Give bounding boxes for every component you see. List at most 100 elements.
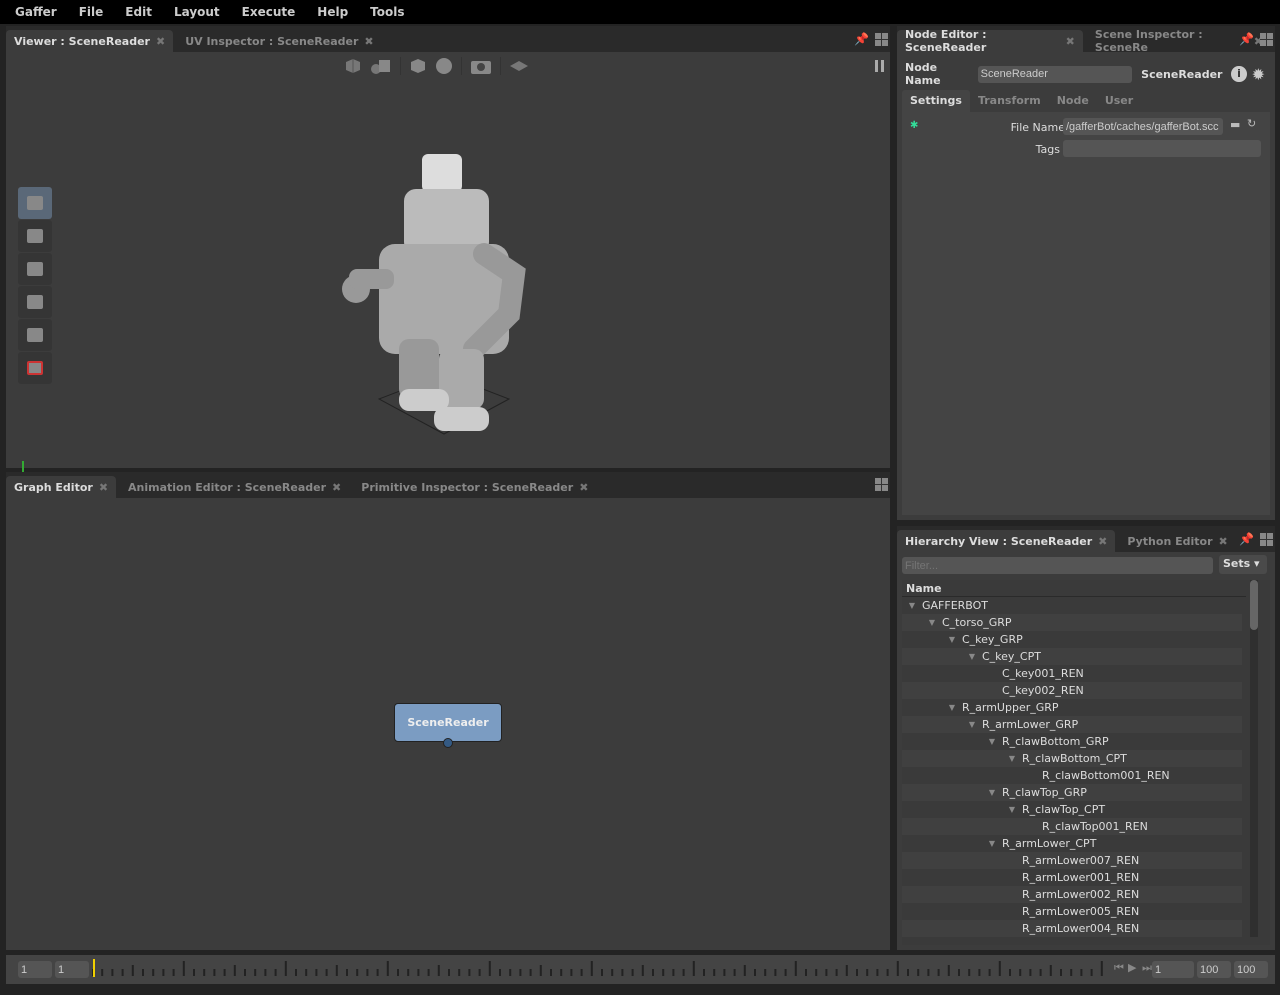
hierarchy-row[interactable]: ▼ R_armUpper_GRP	[902, 699, 1242, 716]
pin-icon[interactable]: 📌	[1239, 32, 1254, 46]
shading-mode-icon[interactable]	[370, 57, 392, 75]
hierarchy-row[interactable]: C_key001_REN	[902, 665, 1242, 682]
scene-reader-node[interactable]: SceneReader	[394, 703, 502, 742]
expand-triangle-icon[interactable]: ▼	[962, 652, 982, 661]
file-name-input[interactable]	[1063, 118, 1223, 135]
name-column-header[interactable]: Name	[902, 580, 1246, 597]
hierarchy-row[interactable]: R_armLower004_REN	[902, 920, 1242, 937]
tab-animation[interactable]: Animation Editor : SceneReader ✖	[120, 476, 349, 498]
section-tab-transform[interactable]: Transform	[970, 90, 1049, 112]
hierarchy-row[interactable]: ▼ R_clawTop_GRP	[902, 784, 1242, 801]
hierarchy-row[interactable]: ▼ R_armLower_CPT	[902, 835, 1242, 852]
expand-triangle-icon[interactable]: ▼	[922, 618, 942, 627]
expand-triangle-icon[interactable]: ▼	[982, 839, 1002, 848]
camera-icon[interactable]	[470, 57, 492, 75]
end-frame-input[interactable]	[1197, 961, 1231, 978]
selection-tool[interactable]	[18, 187, 52, 219]
scale-tool[interactable]	[18, 286, 52, 318]
hierarchy-row[interactable]: ▼ R_clawTop_CPT	[902, 801, 1242, 818]
filter-input[interactable]	[902, 557, 1213, 574]
selection-mask-icon[interactable]	[344, 57, 362, 75]
close-icon[interactable]: ✖	[364, 35, 373, 48]
tab-python[interactable]: Python Editor ✖	[1119, 530, 1235, 552]
current-start-input[interactable]	[55, 961, 89, 978]
menu-tools[interactable]: Tools	[370, 5, 404, 19]
close-icon[interactable]: ✖	[99, 481, 108, 494]
timeline-slider[interactable]	[92, 959, 1112, 979]
hierarchy-row[interactable]: ▼ C_key_GRP	[902, 631, 1242, 648]
hierarchy-row[interactable]: R_clawBottom001_REN	[902, 767, 1242, 784]
translate-tool[interactable]	[18, 220, 52, 252]
crop-window-tool[interactable]	[18, 352, 52, 384]
section-tab-node[interactable]: Node	[1049, 90, 1097, 112]
section-tab-settings[interactable]: Settings	[902, 90, 970, 112]
close-icon[interactable]: ✖	[1066, 35, 1075, 48]
expand-triangle-icon[interactable]: ▼	[902, 601, 922, 610]
skip-end-icon[interactable]: ⏭	[1142, 961, 1152, 975]
expand-triangle-icon[interactable]: ▼	[962, 720, 982, 729]
start-frame-input[interactable]	[18, 961, 52, 978]
tags-input[interactable]	[1063, 140, 1261, 157]
skip-start-icon[interactable]: ⏮	[1114, 961, 1124, 975]
tab-graph[interactable]: Graph Editor ✖	[6, 476, 117, 498]
expand-triangle-icon[interactable]: ▼	[982, 788, 1002, 797]
hierarchy-row[interactable]: ▼ R_clawBottom_GRP	[902, 733, 1242, 750]
hierarchy-row[interactable]: R_clawTop001_REN	[902, 818, 1242, 835]
node-output-plug[interactable]	[443, 738, 453, 748]
hierarchy-row[interactable]: R_armLower001_REN	[902, 869, 1242, 886]
hierarchy-row[interactable]: ▼ R_clawBottom_CPT	[902, 750, 1242, 767]
hierarchy-row[interactable]: ▼ GAFFERBOT	[902, 597, 1242, 614]
menu-layout[interactable]: Layout	[174, 5, 220, 19]
hierarchy-row[interactable]: C_key002_REN	[902, 682, 1242, 699]
layout-grid-icon[interactable]	[1260, 32, 1273, 46]
tab-node[interactable]: Node Editor : SceneReader ✖	[897, 28, 1083, 54]
sphere-icon[interactable]	[435, 57, 453, 75]
frame-input[interactable]	[1152, 961, 1194, 978]
close-icon[interactable]: ✖	[156, 35, 165, 48]
play-icon[interactable]: ▶	[1128, 961, 1136, 974]
viewport[interactable]	[6, 52, 890, 485]
node-name-input[interactable]	[977, 65, 1133, 83]
layout-grid-icon[interactable]	[875, 32, 888, 46]
close-icon[interactable]: ✖	[579, 481, 588, 494]
menu-help[interactable]: Help	[317, 5, 348, 19]
hierarchy-row[interactable]: ▼ C_key_CPT	[902, 648, 1242, 665]
hierarchy-row[interactable]: ▼ C_torso_GRP	[902, 614, 1242, 631]
layout-grid-icon[interactable]	[1260, 532, 1273, 546]
pin-icon[interactable]: 📌	[1239, 532, 1254, 546]
tab-viewer[interactable]: Viewer : SceneReader ✖	[6, 30, 174, 52]
refresh-icon[interactable]: ↻	[1247, 117, 1256, 130]
max-frame-input[interactable]	[1234, 961, 1268, 978]
close-icon[interactable]: ✖	[1219, 535, 1228, 548]
graph-canvas[interactable]: SceneReader	[6, 498, 890, 950]
hierarchy-row[interactable]: R_armLower005_REN	[902, 903, 1242, 920]
menu-edit[interactable]: Edit	[125, 5, 152, 19]
layout-grid-icon[interactable]	[875, 478, 888, 491]
close-icon[interactable]: ✖	[1098, 535, 1107, 548]
pin-icon[interactable]: 📌	[854, 32, 869, 46]
hierarchy-row[interactable]: R_armLower007_REN	[902, 852, 1242, 869]
sets-dropdown[interactable]: Sets ▾	[1219, 555, 1267, 574]
folder-icon[interactable]: ▬	[1230, 118, 1240, 131]
tab-uv[interactable]: UV Inspector : SceneReader ✖	[177, 30, 381, 52]
tab-hierarchy[interactable]: Hierarchy View : SceneReader ✖	[897, 530, 1116, 552]
hierarchy-row[interactable]: R_armLower002_REN	[902, 886, 1242, 903]
hierarchy-row[interactable]: ▼ R_armLower_GRP	[902, 716, 1242, 733]
menu-file[interactable]: File	[79, 5, 104, 19]
expand-triangle-icon[interactable]: ▼	[1002, 805, 1022, 814]
tab-primitive[interactable]: Primitive Inspector : SceneReader ✖	[353, 476, 596, 498]
rotate-tool[interactable]	[18, 253, 52, 285]
menu-gaffer[interactable]: Gaffer	[15, 5, 57, 19]
expand-triangle-icon[interactable]: ▼	[942, 635, 962, 644]
pause-button[interactable]	[875, 60, 884, 72]
expand-triangle-icon[interactable]: ▼	[1002, 754, 1022, 763]
scrollbar[interactable]	[1250, 580, 1258, 937]
camera-cube-icon[interactable]	[409, 57, 427, 75]
gear-icon[interactable]: ✹	[1252, 65, 1265, 84]
menu-execute[interactable]: Execute	[242, 5, 296, 19]
section-tab-user[interactable]: User	[1097, 90, 1141, 112]
grid-toggle-icon[interactable]	[509, 59, 529, 73]
robot-model[interactable]	[334, 149, 534, 439]
expand-triangle-icon[interactable]: ▼	[982, 737, 1002, 746]
camera-tool[interactable]	[18, 319, 52, 351]
